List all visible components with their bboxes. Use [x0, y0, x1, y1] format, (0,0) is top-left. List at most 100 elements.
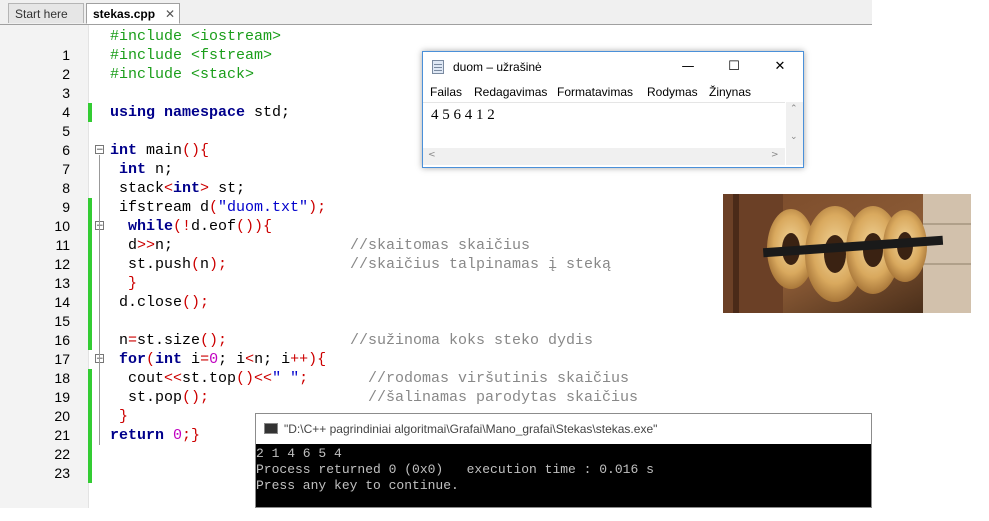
notepad-title-bar[interactable]: duom – užrašinė — ☐ ✕: [423, 52, 803, 82]
scrollbar-corner: [786, 148, 803, 165]
code-operator: (!: [173, 218, 192, 235]
code-operator: =: [128, 332, 138, 349]
code-operator: (: [209, 199, 219, 216]
code-keyword: int: [110, 161, 147, 178]
code-operator: ();: [200, 332, 228, 349]
code-text: #include <iostream>: [110, 28, 282, 45]
code-keyword: for: [110, 351, 147, 368]
code-operator: ();: [182, 389, 210, 406]
menu-formatavimas[interactable]: Formatavimas: [557, 82, 633, 102]
menu-rodymas[interactable]: Rodymas: [647, 82, 698, 102]
scroll-down-icon[interactable]: ⌄: [790, 132, 798, 142]
code-text: n: [110, 332, 129, 349]
minimize-button[interactable]: —: [665, 52, 711, 82]
code-keyword: return: [110, 427, 165, 444]
code-operator: (){: [182, 142, 210, 159]
code-text: std;: [245, 104, 291, 121]
bagels-photo-graphic: [723, 194, 971, 313]
code-operator: =: [200, 351, 210, 368]
code-text: ; i: [218, 351, 246, 368]
code-comment: //skaitomas skaičius: [350, 237, 531, 254]
console-line: Press any key to continue.: [256, 478, 459, 493]
code-text: d: [110, 237, 138, 254]
notepad-title: duom – užrašinė: [453, 60, 542, 74]
code-keyword: int: [155, 351, 183, 368]
code-comment: //sužinoma koks steko dydis: [350, 332, 594, 349]
code-keyword: using namespace: [110, 104, 246, 121]
close-tab-icon[interactable]: ✕: [165, 4, 175, 24]
fold-toggle-icon[interactable]: −: [95, 145, 104, 155]
notepad-icon: [432, 60, 444, 74]
code-operator: >: [200, 180, 210, 197]
scroll-up-icon[interactable]: ⌃: [790, 104, 798, 114]
menu-redagavimas[interactable]: Redagavimas: [474, 82, 547, 102]
console-line: Process returned 0 (0x0) execution time …: [256, 462, 654, 477]
code-keyword: int: [110, 142, 138, 159]
code-operator: ();: [182, 294, 210, 311]
notepad-menu-bar: Failas Redagavimas Formatavimas Rodymas …: [423, 82, 803, 102]
horizontal-scrollbar[interactable]: < >: [423, 148, 785, 165]
code-keyword: while: [110, 218, 174, 235]
code-text: st.size: [137, 332, 201, 349]
console-title-bar[interactable]: "D:\C++ pagrindiniai algoritmai\Grafai\M…: [256, 414, 871, 444]
code-operator: );: [209, 256, 228, 273]
console-output[interactable]: 2 1 4 6 5 4 Process returned 0 (0x0) exe…: [256, 444, 871, 507]
scroll-right-icon[interactable]: >: [771, 150, 779, 160]
change-marker: [88, 464, 92, 483]
code-number: 0: [209, 351, 219, 368]
code-operator: ++){: [290, 351, 327, 368]
scroll-left-icon[interactable]: <: [428, 150, 436, 160]
console-icon: [264, 423, 278, 434]
code-text: #include <fstream>: [110, 47, 273, 64]
code-text: cout: [110, 370, 165, 387]
code-operator: <<: [164, 370, 183, 387]
code-comment: //rodomas viršutinis skaičius: [368, 370, 630, 387]
code-text: st;: [209, 180, 246, 197]
vertical-scrollbar[interactable]: ⌃ ⌄: [786, 102, 803, 148]
code-operator: >>: [137, 237, 156, 254]
tab-stekas-cpp[interactable]: stekas.cpp ✕: [86, 3, 180, 24]
menu-failas[interactable]: Failas: [430, 82, 462, 102]
code-string: "duom.txt": [218, 199, 309, 216]
code-operator: }: [110, 275, 138, 292]
code-operator: ;}: [182, 427, 201, 444]
line-number: 23: [54, 465, 70, 481]
bagels-on-stick-photo: [723, 194, 971, 313]
tab-start-here[interactable]: Start here: [8, 3, 84, 23]
notepad-text-area[interactable]: 4 5 6 4 1 2: [423, 102, 785, 148]
code-line: 1 #include <iostream>: [0, 27, 872, 63]
code-operator: <: [164, 180, 174, 197]
code-text: ifstream d: [110, 199, 210, 216]
code-text: n: [200, 256, 210, 273]
code-text: i: [182, 351, 201, 368]
code-text: main: [137, 142, 183, 159]
maximize-button[interactable]: ☐: [711, 52, 757, 82]
menu-zinynas[interactable]: Žinynas: [709, 82, 751, 102]
code-operator: ()){: [236, 218, 273, 235]
notepad-window[interactable]: duom – užrašinė — ☐ ✕ Failas Redagavimas…: [422, 51, 804, 168]
code-line: 19 cout<<st.top()<<" "; //rodomas viršut…: [0, 369, 872, 426]
code-operator: (: [146, 351, 156, 368]
code-text: d.close: [110, 294, 183, 311]
code-text: st.top: [182, 370, 237, 387]
code-operator: ()<<: [236, 370, 273, 387]
code-text: stack: [110, 180, 165, 197]
console-line: 2 1 4 6 5 4: [256, 446, 342, 461]
fold-guide: [99, 155, 100, 445]
code-operator: (: [191, 256, 201, 273]
code-line: 20 st.pop(); //šalinamas parodytas skaič…: [0, 388, 872, 445]
code-operator: <: [245, 351, 255, 368]
code-text: st.pop: [110, 389, 183, 406]
code-line: 17 n=st.size(); //sužinoma koks steko dy…: [0, 331, 872, 388]
tab-label: Start here: [15, 7, 68, 21]
code-comment: //šalinamas parodytas skaičius: [368, 389, 639, 406]
code-text: n;: [146, 161, 174, 178]
close-button[interactable]: ✕: [757, 52, 803, 82]
code-text: n;: [155, 237, 174, 254]
code-operator: );: [308, 199, 327, 216]
code-number: 0: [173, 427, 183, 444]
code-line: 16: [0, 312, 872, 348]
code-operator: }: [110, 408, 129, 425]
console-window[interactable]: "D:\C++ pagrindiniai algoritmai\Grafai\M…: [255, 413, 872, 508]
code-text: d.eof: [191, 218, 237, 235]
